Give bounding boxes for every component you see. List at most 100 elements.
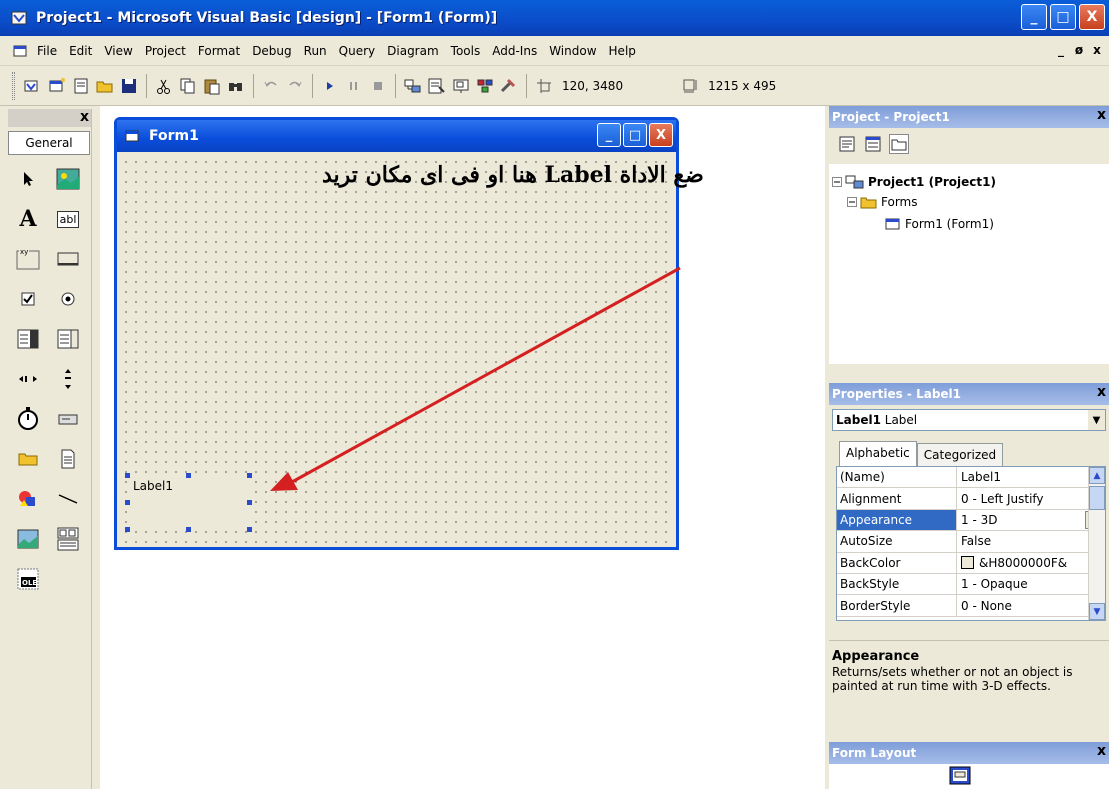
collapse-icon[interactable] — [847, 197, 857, 207]
menu-edit[interactable]: Edit — [63, 44, 98, 58]
view-code-icon[interactable] — [837, 134, 857, 154]
minimize-button[interactable]: _ — [1021, 4, 1047, 30]
tab-alphabetic[interactable]: Alphabetic — [839, 441, 917, 466]
form-maximize-button[interactable]: □ — [623, 123, 647, 147]
menu-window[interactable]: Window — [543, 44, 602, 58]
menu-tools[interactable]: Tools — [445, 44, 487, 58]
collapse-icon[interactable] — [832, 177, 842, 187]
scroll-down-icon[interactable]: ▼ — [1089, 603, 1105, 620]
commandbutton-tool-icon[interactable] — [48, 239, 88, 279]
undo-icon[interactable] — [260, 75, 282, 97]
menu-project[interactable]: Project — [139, 44, 192, 58]
cut-icon[interactable] — [153, 75, 175, 97]
mdi-restore-button[interactable]: ø — [1071, 42, 1087, 58]
checkbox-tool-icon[interactable] — [8, 279, 48, 319]
form-close-button[interactable]: X — [649, 123, 673, 147]
toggle-folders-icon[interactable] — [889, 134, 909, 154]
mdi-minimize-button[interactable]: _ — [1053, 42, 1069, 58]
resize-handle[interactable] — [247, 473, 252, 478]
line-tool-icon[interactable] — [48, 479, 88, 519]
menu-run[interactable]: Run — [298, 44, 333, 58]
menu-debug[interactable]: Debug — [246, 44, 297, 58]
listbox-tool-icon[interactable] — [48, 319, 88, 359]
view-object-icon[interactable] — [863, 134, 883, 154]
toolbox-close-button[interactable]: x — [80, 109, 89, 125]
form-grid-canvas[interactable]: Label1 — [119, 155, 674, 545]
object-browser-icon[interactable] — [474, 75, 496, 97]
resize-handle[interactable] — [186, 473, 191, 478]
chevron-down-icon[interactable]: ▼ — [1088, 410, 1105, 430]
mdi-close-button[interactable]: x — [1089, 42, 1105, 58]
resize-handle[interactable] — [186, 527, 191, 532]
toolbar-grip[interactable] — [12, 71, 15, 100]
menu-format[interactable]: Format — [192, 44, 246, 58]
find-icon[interactable] — [225, 75, 247, 97]
object-selector[interactable]: Label1 Label ▼ — [832, 409, 1106, 431]
maximize-button[interactable]: □ — [1050, 4, 1076, 30]
break-icon[interactable] — [343, 75, 365, 97]
dirlistbox-tool-icon[interactable] — [8, 439, 48, 479]
resize-handle[interactable] — [247, 527, 252, 532]
start-icon[interactable] — [319, 75, 341, 97]
optionbutton-tool-icon[interactable] — [48, 279, 88, 319]
menu-diagram[interactable]: Diagram — [381, 44, 445, 58]
toolbox-general-tab[interactable]: General — [8, 131, 90, 155]
picturebox-tool-icon[interactable] — [48, 159, 88, 199]
data-tool-icon[interactable] — [48, 519, 88, 559]
filelistbox-tool-icon[interactable] — [48, 439, 88, 479]
toolbox-icon[interactable] — [498, 75, 520, 97]
property-row[interactable]: Alignment 0 - Left Justify — [837, 488, 1105, 510]
property-row[interactable]: AutoSize False — [837, 531, 1105, 553]
tree-node-project[interactable]: Project1 (Project1) — [832, 174, 996, 190]
combobox-tool-icon[interactable] — [8, 319, 48, 359]
properties-panel-close-button[interactable]: x — [1097, 384, 1106, 400]
pointer-tool-icon[interactable] — [8, 159, 48, 199]
tree-node-form1[interactable]: Form1 (Form1) — [885, 217, 994, 231]
property-row[interactable]: (Name) Label1 — [837, 467, 1105, 489]
property-row-selected[interactable]: Appearance 1 - 3D ▼ — [837, 509, 1105, 532]
vscrollbar-tool-icon[interactable] — [48, 359, 88, 399]
open-project-icon[interactable] — [94, 75, 116, 97]
menu-add-ins[interactable]: Add-Ins — [486, 44, 543, 58]
project-explorer-icon[interactable] — [402, 75, 424, 97]
resize-handle[interactable] — [125, 527, 130, 532]
menu-view[interactable]: View — [98, 44, 138, 58]
property-row[interactable]: BackColor &H8000000F& — [837, 552, 1105, 574]
hscrollbar-tool-icon[interactable] — [8, 359, 48, 399]
tree-node-forms[interactable]: Forms — [847, 195, 917, 209]
drivelistbox-tool-icon[interactable] — [48, 399, 88, 439]
menu-file[interactable]: File — [31, 44, 63, 58]
resize-handle[interactable] — [125, 473, 130, 478]
properties-window-icon[interactable] — [426, 75, 448, 97]
monitor-icon[interactable] — [949, 766, 971, 788]
resize-handle[interactable] — [247, 500, 252, 505]
paste-icon[interactable] — [201, 75, 223, 97]
tab-categorized[interactable]: Categorized — [916, 443, 1004, 466]
form-minimize-button[interactable]: _ — [597, 123, 621, 147]
copy-icon[interactable] — [177, 75, 199, 97]
form1-titlebar[interactable]: Form1 — [117, 120, 676, 152]
end-icon[interactable] — [367, 75, 389, 97]
menu-editor-icon[interactable] — [70, 75, 92, 97]
scroll-up-icon[interactable]: ▲ — [1089, 467, 1105, 484]
add-form-icon[interactable] — [46, 75, 68, 97]
save-project-icon[interactable] — [118, 75, 140, 97]
project-panel-close-button[interactable]: x — [1097, 107, 1106, 123]
form-document-icon[interactable] — [13, 44, 27, 58]
menu-help[interactable]: Help — [603, 44, 642, 58]
scroll-thumb[interactable] — [1089, 486, 1105, 510]
image-tool-icon[interactable] — [8, 519, 48, 559]
redo-icon[interactable] — [284, 75, 306, 97]
add-project-icon[interactable] — [22, 75, 44, 97]
ole-tool-icon[interactable]: OLE — [8, 559, 48, 599]
resize-handle[interactable] — [125, 500, 130, 505]
close-button[interactable]: X — [1079, 4, 1105, 30]
textbox-tool-icon[interactable]: abl — [48, 199, 88, 239]
property-row[interactable]: BackStyle 1 - Opaque — [837, 573, 1105, 596]
label-tool-icon[interactable]: A — [8, 199, 48, 239]
label1-control[interactable]: Label1 — [127, 475, 249, 531]
timer-tool-icon[interactable] — [8, 399, 48, 439]
frame-tool-icon[interactable]: xy — [8, 239, 48, 279]
menu-query[interactable]: Query — [333, 44, 381, 58]
form-layout-close-button[interactable]: x — [1097, 743, 1106, 759]
